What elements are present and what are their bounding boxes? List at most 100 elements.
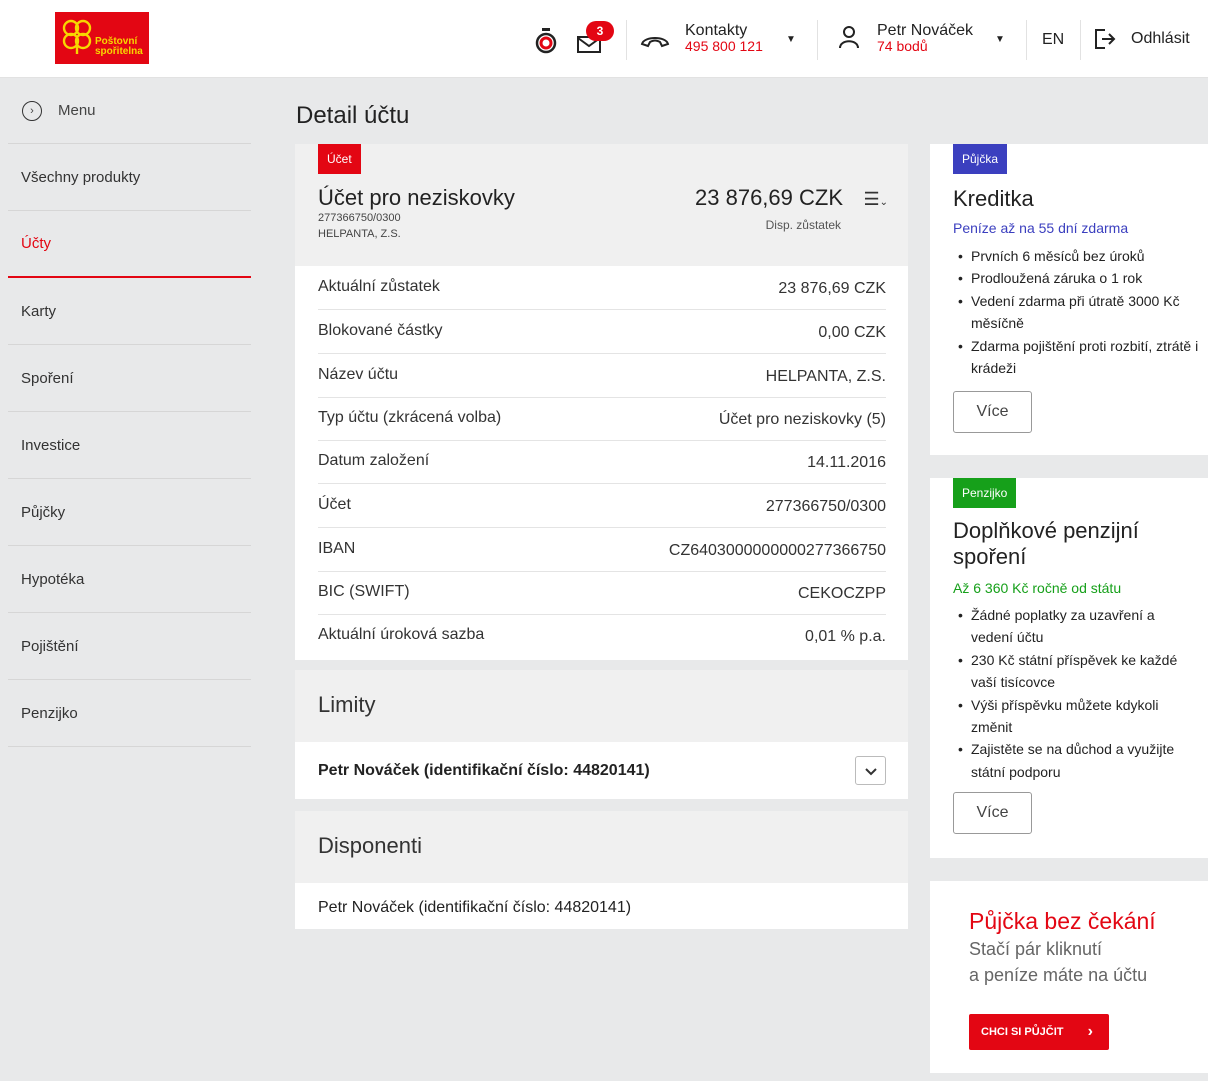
sidebar-item-loans[interactable]: Půjčky <box>8 479 251 546</box>
offer-title: Doplňkové penzijní spoření <box>953 518 1139 569</box>
detail-key: Datum založení <box>318 452 430 469</box>
sidebar-item-mortgage[interactable]: Hypotéka <box>8 546 251 613</box>
loan-tag: Půjčka <box>953 144 1008 174</box>
detail-row: BIC (SWIFT) CEKOCZPP <box>318 571 886 615</box>
detail-row: Typ účtu (zkrácená volba) Účet pro nezis… <box>318 397 886 441</box>
detail-row: Blokované částky 0,00 CZK <box>318 310 886 354</box>
postovni-sporitelna-logo[interactable]: Poštovní spořitelna <box>55 12 149 64</box>
detail-value: 277366750/0300 <box>765 498 886 515</box>
offer-subtitle: Až 6 360 Kč ročně od státu <box>953 580 1122 596</box>
detail-key: Účet <box>318 496 351 513</box>
timer-icon[interactable] <box>535 28 557 54</box>
limits-title: Limity <box>318 692 376 717</box>
menu-label: Menu <box>58 102 96 119</box>
chevron-down-icon: ▼ <box>786 34 796 45</box>
sidebar-item-investments[interactable]: Investice <box>8 412 251 479</box>
disponents-title: Disponenti <box>318 833 422 858</box>
chevron-right-icon: › <box>22 100 42 121</box>
phone-icon <box>640 34 670 55</box>
pension-offer: Penzijko Doplňkové penzijní spoření Až 6… <box>930 478 1208 858</box>
chevron-down-icon <box>864 768 877 776</box>
more-button[interactable]: Více <box>953 391 1032 433</box>
promo-line-2: a peníze máte na účtu <box>969 965 1148 985</box>
account-owner: HELPANTA, Z.S. <box>318 228 401 240</box>
detail-key: Aktuální zůstatek <box>318 278 440 295</box>
sidebar-item-insurance[interactable]: Pojištění <box>8 613 251 680</box>
benefit-item: Žádné poplatky za uzavření a vedení účtu <box>953 604 1193 649</box>
user-points: 74 bodů <box>877 38 928 54</box>
detail-value: HELPANTA, Z.S. <box>765 368 886 385</box>
chevron-down-icon: ▼ <box>995 34 1005 45</box>
benefit-item: 230 Kč státní příspěvek ke každé vaší ti… <box>953 649 1193 694</box>
detail-value: 23 876,69 CZK <box>778 280 886 297</box>
mail-count-badge: 3 <box>586 21 614 41</box>
detail-row: Aktuální úroková sazba 0,01 % p.a. <box>318 614 886 658</box>
detail-row: Název účtu HELPANTA, Z.S. <box>318 354 886 398</box>
limits-header: Limity <box>295 670 908 742</box>
sidebar-item-savings[interactable]: Spoření <box>8 345 251 412</box>
loan-promo: Půjčka bez čekání Stačí pár kliknutí a p… <box>930 881 1208 1073</box>
promo-title: Půjčka bez čekání <box>969 908 1156 934</box>
detail-key: Aktuální úroková sazba <box>318 626 485 643</box>
detail-key: Blokované částky <box>318 322 443 339</box>
language-switch[interactable]: EN <box>1042 31 1064 49</box>
account-header: Účet Účet pro neziskovky 277366750/0300 … <box>295 144 908 266</box>
logo-text-2: spořitelna <box>95 46 143 57</box>
detail-value: CZ6403000000000277366750 <box>668 542 886 559</box>
offer-title: Kreditka <box>953 186 1034 211</box>
detail-row: Datum založení 14.11.2016 <box>318 440 886 484</box>
account-name: Účet pro neziskovky <box>318 185 515 210</box>
clover-logo-icon <box>62 19 92 54</box>
disponents-person: Petr Nováček (identifikační číslo: 44820… <box>318 899 632 916</box>
logout-button[interactable]: Odhlásit <box>1131 30 1190 48</box>
detail-row: IBAN CZ6403000000000277366750 <box>318 528 886 572</box>
sidebar-item-accounts[interactable]: Účty <box>8 211 251 278</box>
detail-value: Účet pro neziskovky (5) <box>718 411 886 428</box>
more-button[interactable]: Více <box>953 792 1032 834</box>
offer-benefits: Žádné poplatky za uzavření a vedení účtu… <box>953 604 1193 783</box>
sidebar-item-cards[interactable]: Karty <box>8 278 251 345</box>
benefit-item: Vedení zdarma při útratě 3000 Kč měsíčně <box>953 290 1203 335</box>
detail-value: CEKOCZPP <box>797 585 886 602</box>
header-divider <box>1026 20 1027 60</box>
sidebar-item-pension[interactable]: Penzijko <box>8 680 251 747</box>
disponents-row: Petr Nováček (identifikační číslo: 44820… <box>295 883 908 929</box>
account-number: 277366750/0300 <box>318 212 401 224</box>
benefit-item: Prvních 6 měsíců bez úroků <box>953 245 1203 268</box>
detail-value: 14.11.2016 <box>807 454 886 471</box>
credit-card-offer: Půjčka Kreditka Peníze až na 55 dní zdar… <box>930 144 1208 455</box>
expand-button[interactable] <box>855 756 886 785</box>
sidebar: › Menu Všechny produkty Účty Karty Spoře… <box>8 78 251 1081</box>
detail-key: Název účtu <box>318 366 399 383</box>
account-menu-icon[interactable]: ☰⌄ <box>863 189 888 210</box>
user-icon <box>838 24 860 55</box>
detail-value: 0,00 CZK <box>818 324 886 341</box>
pension-tag: Penzijko <box>953 478 1017 508</box>
benefit-item: Zdarma pojištění proti rozbití, ztrátě i… <box>953 335 1203 380</box>
promo-button[interactable]: CHCI SI PŮJČIT › <box>969 1014 1109 1050</box>
detail-key: Typ účtu (zkrácená volba) <box>318 409 502 426</box>
detail-key: BIC (SWIFT) <box>318 583 410 600</box>
page-title: Detail účtu <box>296 102 410 129</box>
detail-row: Účet 277366750/0300 <box>318 484 886 528</box>
benefit-item: Zajistěte se na důchod a využijte státní… <box>953 738 1193 783</box>
contacts-menu[interactable]: Kontakty 495 800 121 ▼ <box>685 22 805 60</box>
limits-row[interactable]: Petr Nováček (identifikační číslo: 44820… <box>295 742 908 799</box>
user-menu[interactable]: Petr Nováček 74 bodů ▼ <box>877 22 1012 60</box>
account-balance: 23 876,69 CZK <box>695 185 843 210</box>
sidebar-item-all-products[interactable]: Všechny produkty <box>8 144 251 211</box>
header-divider <box>817 20 818 60</box>
menu-toggle[interactable]: › Menu <box>8 78 251 144</box>
limits-person: Petr Nováček (identifikační číslo: 44820… <box>318 762 650 779</box>
balance-label: Disp. zůstatek <box>765 218 841 232</box>
benefit-item: Prodloužená záruka o 1 rok <box>953 267 1203 290</box>
detail-key: IBAN <box>318 540 356 557</box>
logout-icon[interactable] <box>1093 27 1117 56</box>
promo-button-label: CHCI SI PŮJČIT <box>981 1026 1064 1038</box>
account-tag: Účet <box>318 144 361 174</box>
offer-subtitle: Peníze až na 55 dní zdarma <box>953 220 1129 236</box>
chevron-right-icon: › <box>1087 1023 1093 1040</box>
offer-benefits: Prvních 6 měsíců bez úroků Prodloužená z… <box>953 245 1203 379</box>
detail-value: 0,01 % p.a. <box>805 628 886 645</box>
header-divider <box>626 20 627 60</box>
